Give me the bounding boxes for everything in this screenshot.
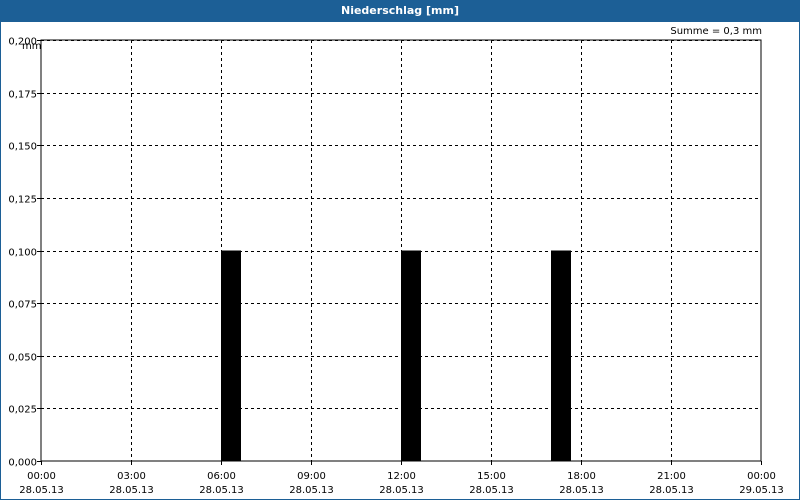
precipitation-chart: 0,000 0,025 0,050 0,075 0,100 0,125 0,150 0,175… bbox=[8, 37, 784, 497]
precipitation-bar bbox=[221, 250, 241, 461]
x-tick-date-label: 28.05.13 bbox=[289, 485, 334, 496]
x-tick-time-label: 06:00 bbox=[207, 471, 236, 482]
x-tick-time-label: 12:00 bbox=[387, 471, 416, 482]
x-tick-date-label: 28.05.13 bbox=[649, 485, 694, 496]
x-tick-time-label: 03:00 bbox=[117, 471, 146, 482]
x-tick-time-label: 18:00 bbox=[567, 471, 596, 482]
x-tick-time-label: 00:00 bbox=[747, 471, 776, 482]
precipitation-bar bbox=[551, 250, 571, 461]
y-tick-label: 0,000 bbox=[8, 458, 37, 469]
x-tick-date-label: 28.05.13 bbox=[379, 485, 424, 496]
x-tick-date-label: 28.05.13 bbox=[199, 485, 244, 496]
x-tick-time-label: 15:00 bbox=[477, 471, 506, 482]
x-tick-time-label: 09:00 bbox=[297, 471, 326, 482]
precipitation-bar bbox=[401, 250, 421, 461]
x-tick-date-label: 28.05.13 bbox=[19, 485, 64, 496]
y-tick-label: 0,075 bbox=[8, 300, 37, 311]
x-tick-date-label: 29.05.13 bbox=[739, 485, 784, 496]
y-tick-label: 0,100 bbox=[8, 248, 37, 259]
y-tick-label: 0,150 bbox=[8, 142, 37, 153]
x-tick-time-label: 00:00 bbox=[27, 471, 56, 482]
x-tick-date-label: 28.05.13 bbox=[559, 485, 604, 496]
y-tick-label: 0,200 bbox=[8, 37, 37, 48]
y-tick-label: 0,050 bbox=[8, 353, 37, 364]
y-tick-label: 0,125 bbox=[8, 195, 37, 206]
y-tick-label: 0,175 bbox=[8, 90, 37, 101]
x-tick-time-label: 21:00 bbox=[657, 471, 686, 482]
y-tick-label: 0,025 bbox=[8, 405, 37, 416]
x-tick-date-label: 28.05.13 bbox=[469, 485, 514, 496]
x-tick-date-label: 28.05.13 bbox=[109, 485, 154, 496]
